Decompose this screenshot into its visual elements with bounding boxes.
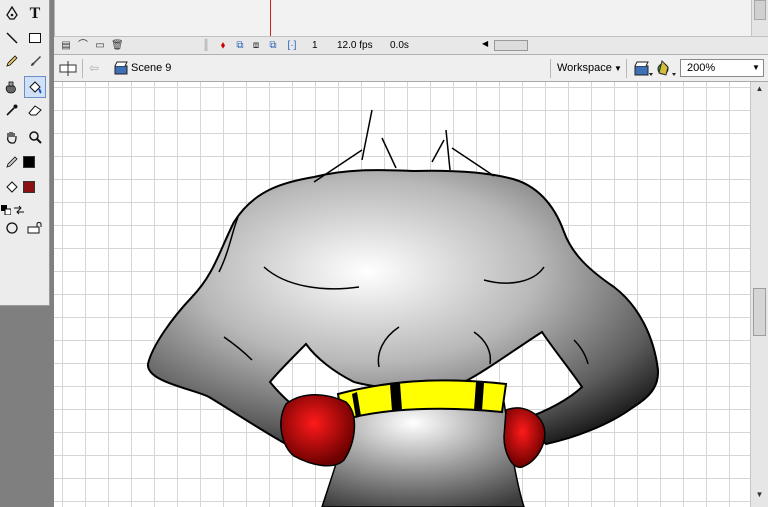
insert-folder-icon[interactable]: ▭ — [94, 40, 106, 51]
neck-line-4 — [431, 139, 445, 163]
stroke-color-swatch[interactable] — [23, 156, 35, 168]
scroll-left-icon[interactable]: ◀ — [482, 39, 488, 48]
modify-onion-markers-icon[interactable]: [·] — [286, 40, 298, 51]
fill-color-bucket-icon — [1, 176, 23, 198]
edit-scene-icon[interactable] — [634, 60, 654, 77]
workspace-label: Workspace — [557, 62, 612, 74]
chevron-down-icon[interactable]: ▼ — [749, 60, 763, 76]
neck-line-5 — [445, 129, 451, 171]
scene-clapper-icon — [114, 61, 128, 75]
playhead-marker[interactable] — [270, 0, 271, 36]
ink-bottle-tool-icon[interactable] — [1, 76, 23, 98]
stage-canvas[interactable] — [54, 82, 750, 507]
timeline-scroll-thumb[interactable] — [754, 0, 766, 20]
tools-panel: T — [0, 0, 50, 306]
timeline-toggle-icon[interactable] — [59, 60, 77, 77]
paint-bucket-tool-icon[interactable] — [24, 76, 46, 98]
timeline-hscroll-thumb[interactable] — [494, 40, 528, 51]
delete-layer-icon[interactable]: 🗑 — [111, 40, 124, 51]
current-frame: 1 — [312, 40, 318, 51]
left-glove — [280, 394, 356, 467]
neck-line-2 — [361, 109, 373, 161]
brush-tool-icon[interactable] — [24, 50, 46, 72]
separator — [626, 59, 627, 78]
object-drawing-icon[interactable] — [1, 217, 23, 239]
zoom-value: 200% — [687, 62, 716, 74]
pen-tool-icon[interactable] — [1, 3, 23, 25]
hand-tool-icon[interactable] — [1, 126, 23, 148]
timeline-horizontal-scrollbar[interactable]: ◀ ▶ — [482, 39, 768, 51]
snap-to-objects-icon[interactable] — [24, 217, 46, 239]
edit-symbols-icon[interactable] — [657, 60, 677, 77]
separator — [82, 59, 83, 78]
separator — [550, 59, 551, 78]
fill-color-swatch[interactable] — [23, 181, 35, 193]
pencil-tool-icon[interactable] — [1, 50, 23, 72]
back-arrow-icon[interactable]: ⇦ — [89, 61, 99, 75]
stroke-color-pencil-icon — [1, 151, 23, 173]
zoom-select[interactable]: 200% ▼ — [680, 59, 764, 77]
zoom-tool-icon[interactable] — [24, 126, 46, 148]
edit-bar: ⇦ Scene 9 Workspace ▼ 200% ▼ — [54, 55, 768, 82]
insert-layer-icon[interactable]: ▤ — [60, 40, 72, 51]
elapsed-time: 0.0s — [390, 40, 409, 51]
add-motion-guide-icon[interactable]: ⌒ — [77, 40, 89, 51]
panel-background — [0, 306, 50, 507]
belt-buckle-mid — [390, 383, 402, 411]
timeline-status-bar: ▤ ⌒ ▭ 🗑 ║ ⬧ ⧉ ⧈ ⧉ [·] 1 12.0 fps 0.0s ◀ … — [54, 36, 768, 55]
right-glove — [503, 407, 546, 468]
scene-name[interactable]: Scene 9 — [131, 62, 171, 74]
stage-scroll-thumb[interactable] — [753, 288, 766, 336]
timeline-splitter-icon[interactable]: ║ — [200, 40, 212, 51]
eraser-tool-icon[interactable] — [24, 99, 46, 121]
rectangle-tool-icon[interactable] — [24, 27, 46, 49]
text-tool-icon[interactable]: T — [24, 3, 46, 25]
edit-multiple-frames-icon[interactable]: ⧉ — [267, 40, 279, 51]
frame-rate: 12.0 fps — [337, 40, 373, 51]
scroll-down-icon[interactable]: ▼ — [754, 490, 765, 499]
center-frame-icon[interactable]: ⬧ — [217, 40, 229, 51]
chevron-down-icon: ▼ — [611, 64, 622, 73]
neck-line-3 — [381, 137, 397, 169]
onion-skin-icon[interactable]: ⧉ — [234, 40, 246, 51]
artwork — [146, 109, 660, 507]
workspace-menu[interactable]: Workspace ▼ — [557, 62, 622, 74]
onion-skin-outlines-icon[interactable]: ⧈ — [250, 40, 262, 51]
scroll-up-icon[interactable]: ▲ — [754, 84, 765, 93]
timeline-vertical-scrollbar[interactable] — [751, 0, 768, 36]
eyedropper-tool-icon[interactable] — [1, 99, 23, 121]
stage-vertical-scrollbar[interactable]: ▲ ▼ — [750, 82, 768, 507]
line-tool-icon[interactable] — [1, 27, 23, 49]
timeline-frames-area[interactable] — [54, 0, 768, 36]
